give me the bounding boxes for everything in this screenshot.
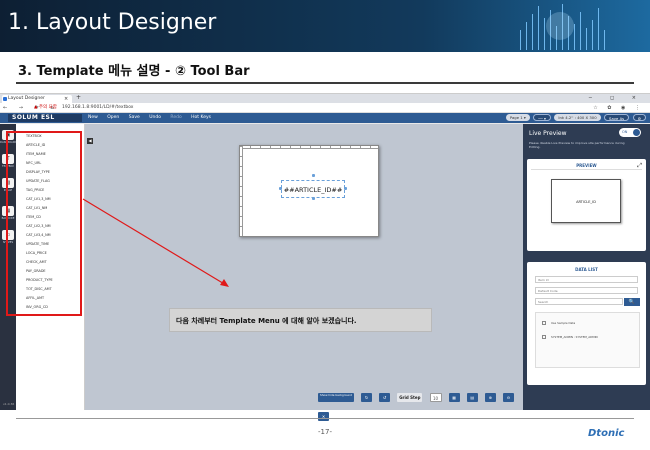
pointer-arrow — [82, 198, 229, 287]
brand-logo: Dtonic — [588, 428, 625, 439]
footer-divider — [16, 418, 634, 419]
page-number: -17- — [318, 428, 332, 436]
